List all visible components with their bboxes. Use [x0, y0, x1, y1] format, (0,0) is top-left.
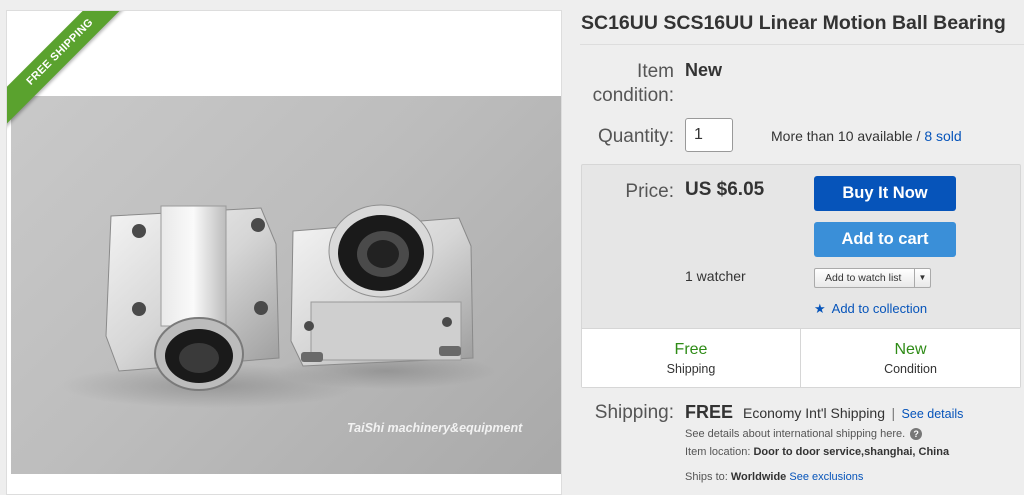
ribbon-label: FREE SHIPPING — [7, 11, 137, 129]
shipping-separator: | — [891, 405, 896, 421]
ships-to-label: Ships to: — [685, 471, 728, 483]
shipping-free: FREE — [685, 402, 734, 422]
available-text: More than 10 available — [771, 128, 913, 144]
price-value: US $6.05 — [685, 179, 765, 200]
ships-to-value: Worldwide — [730, 471, 787, 483]
condition-label-line2: condition: — [592, 85, 674, 106]
item-location: Item location: Door to door service,shan… — [685, 446, 949, 458]
shipping-service: Economy Int'l Shipping — [743, 405, 885, 421]
intl-note-text: See details about international shipping… — [685, 428, 906, 440]
shipping-summary: FREE Economy Int'l Shipping | See details — [685, 402, 963, 423]
free-shipping-badge: Free Shipping — [582, 329, 801, 388]
item-title: SC16UU SCS16UU Linear Motion Ball Bearin… — [581, 12, 1006, 34]
watcher-count: 1 watcher — [685, 268, 746, 284]
photo-watermark: TaiShi machinery&equipment — [347, 421, 523, 435]
watch-list-dropdown[interactable]: Add to watch list ▼ — [814, 268, 931, 288]
title-divider — [580, 44, 1024, 45]
item-location-value: Door to door service,shanghai, China — [753, 446, 950, 458]
intl-shipping-note: See details about international shipping… — [685, 428, 923, 441]
new-condition-badge: New Condition — [801, 329, 1020, 388]
right-bearing-block — [290, 204, 474, 367]
condition-value: New — [685, 60, 723, 80]
quantity-input[interactable] — [685, 118, 733, 152]
add-to-cart-button[interactable]: Add to cart — [814, 222, 956, 257]
see-exclusions-link[interactable]: See exclusions — [789, 471, 863, 483]
quantity-label: Quantity: — [597, 126, 674, 147]
dropdown-arrow-icon[interactable]: ▼ — [914, 269, 930, 287]
badge-free-small: Shipping — [666, 362, 716, 376]
free-shipping-ribbon: FREE SHIPPING — [7, 11, 137, 141]
bearing-blocks-illustration — [61, 204, 496, 408]
condition-label: Item condition: — [584, 60, 674, 108]
sold-link[interactable]: 8 sold — [924, 128, 961, 144]
shipping-label: Shipping: — [594, 402, 674, 423]
add-to-collection-link[interactable]: ★ Add to collection — [814, 301, 927, 317]
price-label: Price: — [625, 181, 674, 202]
product-photo[interactable]: TaiShi machinery&equipment — [11, 96, 561, 474]
left-bearing-block — [105, 205, 280, 391]
badge-free-big: Free — [674, 341, 708, 358]
shipping-see-details-link[interactable]: See details — [902, 407, 964, 421]
ships-to: Ships to: Worldwide See exclusions — [685, 471, 863, 483]
star-icon: ★ — [814, 301, 826, 316]
item-location-label: Item location: — [685, 446, 751, 458]
badge-new-small: Condition — [884, 362, 937, 376]
available-separator: / — [912, 128, 925, 144]
watch-list-label: Add to watch list — [825, 272, 902, 284]
badge-new-big: New — [894, 341, 927, 358]
condition-label-line1: Item — [637, 61, 674, 82]
buy-it-now-button[interactable]: Buy It Now — [814, 176, 956, 211]
help-icon[interactable]: ? — [910, 428, 923, 441]
collection-label: Add to collection — [831, 301, 928, 316]
product-image-panel[interactable]: FREE SHIPPING TaiShi machinery&equipment — [6, 10, 562, 495]
badge-row: Free Shipping New Condition — [582, 328, 1020, 388]
availability: More than 10 available / 8 sold — [771, 128, 962, 144]
